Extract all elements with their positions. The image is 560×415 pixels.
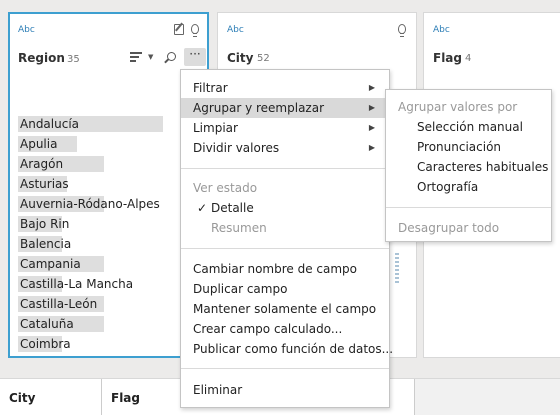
value-label: Castilla-La Mancha (20, 277, 134, 291)
region-field-card[interactable]: Abc Region 35 ▼ ··· Andalucía Apulia Aragó… (8, 12, 209, 358)
value-label: Aragón (20, 157, 64, 171)
list-item[interactable]: Coimbra (18, 334, 178, 354)
menu-item-publish-data-role[interactable]: Publicar como función de datos... (181, 339, 393, 359)
list-item[interactable]: Castilla-León (18, 294, 178, 314)
menu-item-detail[interactable]: ✓ Detalle (181, 198, 389, 218)
more-options-button[interactable]: ··· (184, 48, 206, 66)
chevron-right-icon: ▶ (368, 83, 375, 92)
string-type-icon: Abc (18, 25, 35, 35)
chevron-right-icon: ▶ (368, 143, 375, 152)
value-label: Auvernia-Ródano-Alpes (20, 197, 160, 211)
lightbulb-icon[interactable] (191, 24, 199, 37)
menu-item-label: Filtrar (193, 81, 228, 95)
list-item[interactable]: Castilla-La Mancha (18, 274, 178, 294)
string-type-icon: Abc (227, 25, 244, 35)
value-label: Bajo Rin (20, 217, 70, 231)
chevron-right-icon: ▶ (368, 103, 375, 112)
submenu-heading: Agrupar valores por (398, 100, 518, 114)
menu-item-keep-only-field[interactable]: Mantener solamente el campo (181, 299, 389, 319)
menu-item-label: Detalle (211, 201, 254, 215)
menu-item-group-replace[interactable]: Agrupar y reemplazar ▶ (181, 98, 389, 118)
field-value-count: 52 (257, 53, 270, 64)
field-value-count: 4 (465, 53, 472, 64)
value-label: Cataluña (20, 317, 74, 331)
submenu-item-spelling[interactable]: Ortografía (386, 177, 551, 197)
list-item[interactable]: Apulia (18, 134, 178, 154)
list-item[interactable]: Campania (18, 254, 178, 274)
edit-icon[interactable] (174, 24, 184, 35)
submenu-item-manual-selection[interactable]: Selección manual (386, 117, 551, 137)
menu-item-duplicate-field[interactable]: Duplicar campo (181, 279, 389, 299)
menu-item-label: Dividir valores (193, 141, 280, 155)
menu-divider (181, 168, 389, 169)
menu-item-label: Agrupar y reemplazar (193, 101, 325, 115)
grid-empty-area (415, 379, 560, 415)
field-name: Region (18, 51, 65, 65)
menu-item-label: Limpiar (193, 121, 238, 135)
list-item[interactable]: Aragón (18, 154, 178, 174)
menu-item-clean[interactable]: Limpiar ▶ (181, 118, 389, 138)
sort-icon[interactable] (130, 52, 142, 62)
field-value-count: 35 (67, 54, 80, 65)
field-name: Flag (433, 51, 462, 65)
column-header-city[interactable]: City (0, 379, 102, 415)
list-item[interactable]: Bajo Rin (18, 214, 178, 234)
chevron-down-icon[interactable]: ▼ (148, 53, 153, 61)
value-label: Asturias (20, 177, 69, 191)
value-label: Apulia (20, 137, 58, 151)
string-type-icon: Abc (433, 25, 450, 35)
menu-item-remove[interactable]: Eliminar (181, 380, 389, 400)
menu-item-filter[interactable]: Filtrar ▶ (181, 78, 389, 98)
lightbulb-icon[interactable] (398, 24, 406, 37)
group-replace-submenu: Agrupar valores por Selección manual Pro… (385, 89, 552, 242)
value-label: Balencia (20, 237, 72, 251)
menu-divider (181, 248, 389, 249)
list-item[interactable]: Balencia (18, 234, 178, 254)
submenu-item-ungroup-all: Desagrupar todo (398, 221, 500, 235)
menu-item-split-values[interactable]: Dividir valores ▶ (181, 138, 389, 158)
field-name: City (227, 51, 254, 65)
submenu-item-common-characters[interactable]: Caracteres habituales (386, 157, 551, 177)
menu-item-summary: Resumen (211, 221, 267, 235)
list-item[interactable]: Andalucía (18, 114, 178, 134)
value-list: Andalucía Apulia Aragón Asturias Auvernia-Ró… (18, 114, 178, 354)
value-label: Castilla-León (20, 297, 98, 311)
menu-divider (181, 368, 389, 369)
menu-divider (386, 207, 551, 208)
menu-heading-view-state: Ver estado (193, 181, 258, 195)
search-icon[interactable] (167, 52, 176, 61)
field-context-menu: Filtrar ▶ Agrupar y reemplazar ▶ Limpiar… (180, 69, 393, 408)
scrollbar[interactable] (395, 253, 399, 283)
value-label: Coimbra (20, 337, 71, 351)
checkmark-icon: ✓ (197, 201, 208, 215)
list-item[interactable]: Auvernia-Ródano-Alpes (18, 194, 178, 214)
chevron-right-icon: ▶ (368, 123, 375, 132)
value-label: Andalucía (20, 117, 80, 131)
value-label: Campania (20, 257, 81, 271)
menu-item-rename-field[interactable]: Cambiar nombre de campo (181, 259, 389, 279)
menu-item-create-calculated-field[interactable]: Crear campo calculado... (181, 319, 389, 339)
list-item[interactable]: Asturias (18, 174, 178, 194)
submenu-item-pronunciation[interactable]: Pronunciación (386, 137, 551, 157)
list-item[interactable]: Cataluña (18, 314, 178, 334)
